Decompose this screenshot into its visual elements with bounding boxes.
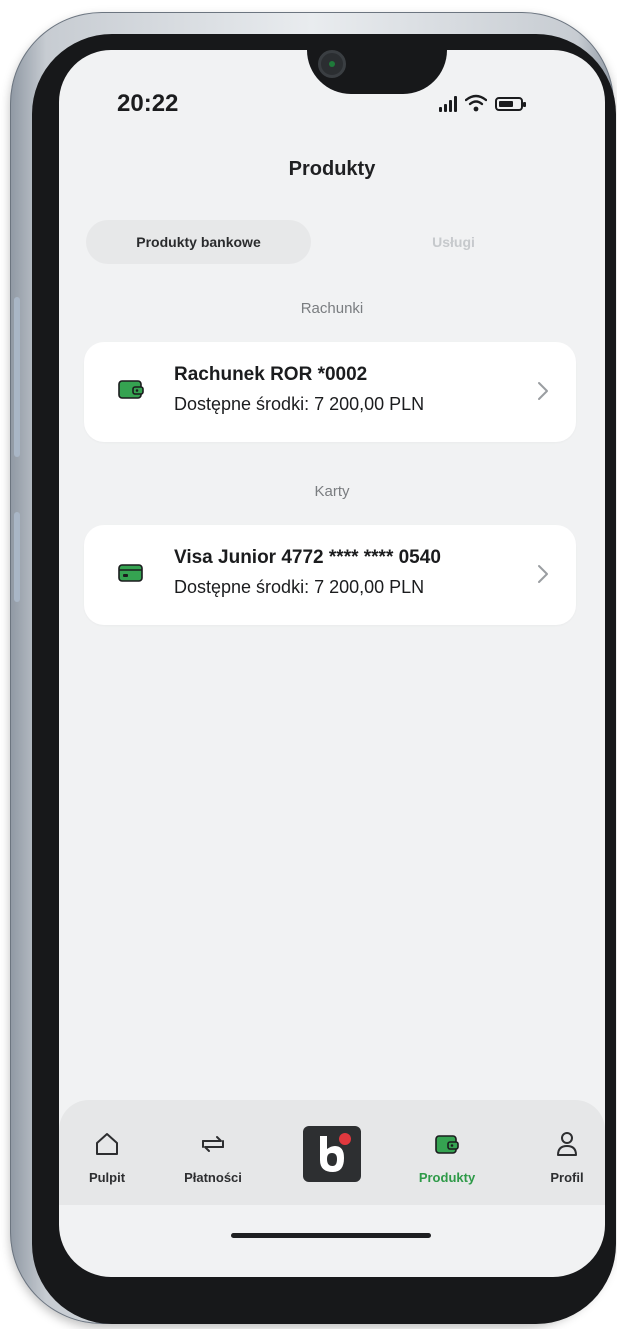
account-card[interactable]: Rachunek ROR *0002 Dostępne środki: 7 20… <box>84 342 576 442</box>
section-label-rachunki: Rachunki <box>300 300 364 317</box>
nav-label-produkty: Produkty <box>418 1170 476 1185</box>
battery-icon <box>495 97 526 111</box>
home-indicator[interactable] <box>231 1233 431 1238</box>
card-name: Visa Junior 4772 **** **** 0540 <box>174 547 441 568</box>
segmented-tabs: Produkty bankowe Usługi <box>86 220 576 264</box>
bottom-nav: Pulpit Płatności Produkty Profil <box>59 1100 605 1205</box>
wallet-icon <box>118 380 144 399</box>
power-button <box>14 512 20 602</box>
account-balance: Dostępne środki: 7 200,00 PLN <box>174 394 425 414</box>
front-camera <box>318 50 346 78</box>
nav-item-profil[interactable]: Profil <box>517 1100 605 1205</box>
chevron-right-icon <box>538 382 548 400</box>
page-title: Produkty <box>288 158 376 180</box>
card-balance: Dostępne środki: 7 200,00 PLN <box>174 577 425 597</box>
phone-frame: 20:22 Produkty Produkty bankowe Usługi R… <box>10 12 616 1324</box>
nav-label-platnosci: Płatności <box>184 1170 242 1185</box>
bank-logo-icon <box>320 1133 351 1172</box>
home-icon <box>96 1133 118 1155</box>
wifi-icon <box>465 94 487 112</box>
bank-logo-button[interactable] <box>303 1126 361 1182</box>
tab-produkty-bankowe[interactable]: Produkty bankowe <box>86 220 311 264</box>
user-icon <box>557 1132 577 1156</box>
chevron-right-icon <box>538 565 548 583</box>
screen: 20:22 Produkty Produkty bankowe Usługi R… <box>59 50 605 1277</box>
signal-icon <box>439 96 457 112</box>
nav-item-platnosci[interactable]: Płatności <box>163 1100 263 1205</box>
tab-uslugi[interactable]: Usługi <box>331 220 576 264</box>
card-item[interactable]: Visa Junior 4772 **** **** 0540 Dostępne… <box>84 525 576 625</box>
card-icon <box>118 564 143 582</box>
status-icons <box>439 94 526 112</box>
nav-label-profil: Profil <box>550 1170 584 1185</box>
volume-button <box>14 297 20 457</box>
nav-item-pulpit[interactable]: Pulpit <box>59 1100 157 1205</box>
account-name: Rachunek ROR *0002 <box>174 364 368 385</box>
nav-label-pulpit: Pulpit <box>88 1170 126 1185</box>
wallet-icon <box>435 1135 459 1154</box>
section-label-karty: Karty <box>314 483 350 500</box>
transfer-icon <box>202 1136 224 1152</box>
nav-item-produkty[interactable]: Produkty <box>397 1100 497 1205</box>
status-time: 20:22 <box>117 90 179 117</box>
